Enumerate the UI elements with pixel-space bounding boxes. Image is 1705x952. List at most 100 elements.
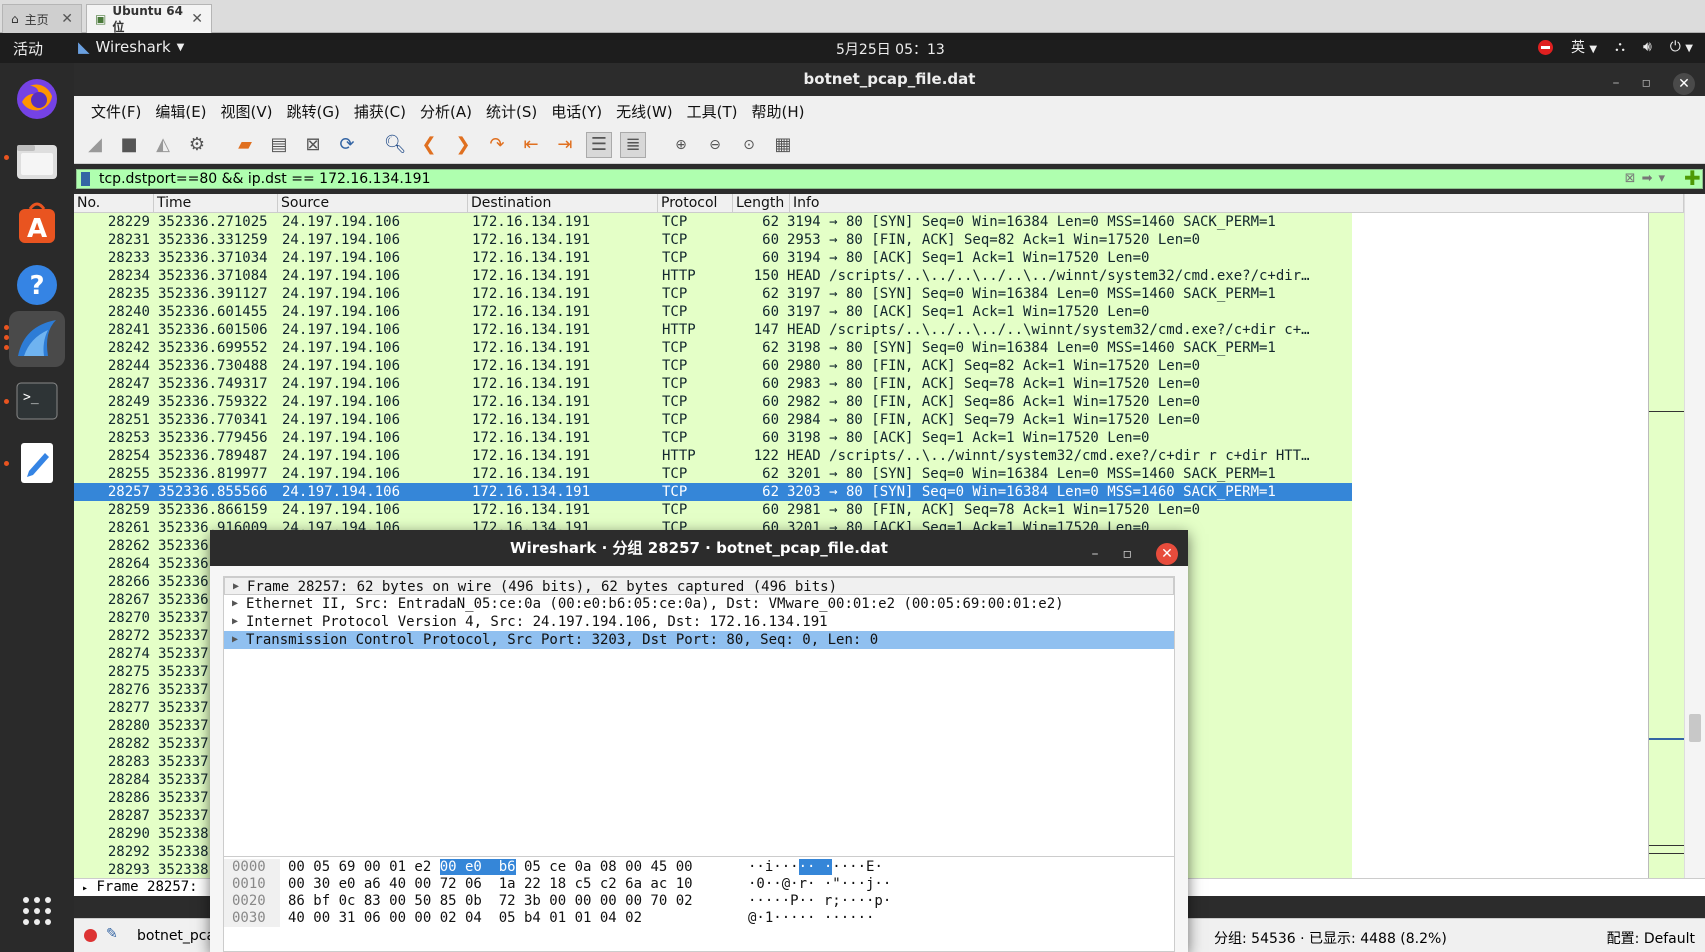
go-to-packet-icon[interactable]: ↷ [484,132,510,158]
scrollbar-thumb[interactable] [1689,714,1701,742]
autoscroll-icon[interactable]: ☰ [586,131,612,158]
wireshark-icon[interactable] [9,311,65,367]
clear-filter-icon[interactable]: ⊠ [1625,171,1636,186]
table-row[interactable]: 28244 352336.730488 24.197.194.106 172.16.1… [74,357,1352,375]
col-header-no[interactable]: No. [74,194,154,212]
last-packet-icon[interactable]: ⇥ [552,132,578,158]
table-row[interactable]: 28255 352336.819977 24.197.194.106 172.16.1… [74,465,1352,483]
maximize-button[interactable]: ▫ [1123,536,1133,572]
apply-filter-arrow-icon[interactable]: ➡ [1642,171,1653,186]
table-row[interactable]: 28254 352336.789487 24.197.194.106 172.16.1… [74,447,1352,465]
hex-dump-pane[interactable]: 0000 00 05 69 00 01 e2 00 e0 b6 05 ce 0a … [223,856,1175,952]
vm-tab-ubuntu[interactable]: ▣ Ubuntu 64 位 ✕ [86,4,212,34]
menu-item-5[interactable]: 分析(A) [413,101,479,122]
profile-indicator[interactable]: 配置: Default [1607,928,1695,948]
table-row[interactable]: 28253 352336.779456 24.197.194.106 172.16.1… [74,429,1352,447]
normal-size-icon[interactable]: ⊙ [736,132,762,158]
cell-dst: 172.16.134.191 [472,394,591,410]
menu-item-1[interactable]: 编辑(E) [148,101,213,122]
start-capture-fin-icon[interactable]: ◢ [82,132,108,158]
table-row[interactable]: 28242 352336.699552 24.197.194.106 172.16.1… [74,339,1352,357]
table-row[interactable]: 28249 352336.759322 24.197.194.106 172.16.1… [74,393,1352,411]
edit-comment-icon[interactable]: ✎ [106,926,118,942]
colorize-icon[interactable]: ≣ [620,131,646,158]
zoom-in-icon[interactable]: ⊕ [668,132,694,158]
menu-item-4[interactable]: 捕获(C) [347,101,413,122]
find-packet-search-icon[interactable]: 🔍︎ [382,132,408,158]
input-method-indicator[interactable]: 英 ▼ [1571,37,1597,57]
packet-list-scrollbar[interactable] [1684,194,1705,878]
close-button[interactable]: ✕ [1673,72,1695,95]
activities-button[interactable]: 活动 [13,38,43,59]
menu-item-3[interactable]: 跳转(G) [280,101,347,122]
close-icon[interactable]: ✕ [191,11,203,27]
restart-capture-icon[interactable]: ◭ [150,132,176,158]
col-header-source[interactable]: Source [278,194,468,212]
help-icon[interactable]: ? [9,257,65,313]
firefox-icon[interactable] [9,71,65,127]
tree-item-frame[interactable]: ▶ Frame 28257: 62 bytes on wire (496 bits… [224,577,1174,595]
text-editor-icon[interactable] [9,435,65,491]
stop-capture-icon[interactable]: ■ [116,132,142,158]
software-center-icon[interactable]: A [9,195,65,251]
capture-options-gear-icon[interactable]: ⚙ [184,132,210,158]
menu-item-2[interactable]: 视图(V) [214,101,280,122]
tree-item-ipv4[interactable]: ▶ Internet Protocol Version 4, Src: 24.19… [224,613,1174,631]
table-row[interactable]: 28257 352336.855566 24.197.194.106 172.16.1… [74,483,1352,501]
table-row[interactable]: 28231 352336.331259 24.197.194.106 172.16.1… [74,231,1352,249]
go-back-icon[interactable]: ❮ [416,132,442,158]
close-icon[interactable]: ✕ [61,11,73,27]
menu-item-9[interactable]: 工具(T) [680,101,745,122]
display-filter-input[interactable]: tcp.dstport==80 && ip.dst == 172.16.134.… [76,169,1703,189]
minimize-button[interactable]: – [1092,536,1099,572]
table-row[interactable]: 28241 352336.601506 24.197.194.106 172.16.1… [74,321,1352,339]
do-not-disturb-icon[interactable] [1537,39,1553,55]
open-folder-icon[interactable]: ▰ [232,132,258,158]
col-header-destination[interactable]: Destination [468,194,658,212]
close-file-icon[interactable]: ⊠ [300,132,326,158]
expand-arrow-icon[interactable]: ▸ [82,883,88,894]
menu-item-0[interactable]: 文件(F) [84,101,148,122]
first-packet-icon[interactable]: ⇤ [518,132,544,158]
packet-minimap[interactable] [1648,213,1685,878]
tree-item-ethernet[interactable]: ▶ Ethernet II, Src: EntradaN_05:ce:0a (00… [224,595,1174,613]
table-row[interactable]: 28233 352336.371034 24.197.194.106 172.16.1… [74,249,1352,267]
table-row[interactable]: 28247 352336.749317 24.197.194.106 172.16.1… [74,375,1352,393]
add-filter-button-plus-icon[interactable]: ✚ [1684,166,1701,190]
clock[interactable]: 5月25日 05：13 [836,39,945,59]
volume-icon[interactable]: 🔊︎ [1643,39,1652,55]
tree-item-tcp[interactable]: ▶ Transmission Control Protocol, Src Port… [224,631,1174,649]
terminal-icon[interactable]: >_ [9,373,65,429]
save-file-icon[interactable]: ▤ [266,132,292,158]
col-header-protocol[interactable]: Protocol [658,194,733,212]
col-header-info[interactable]: Info [790,194,1684,212]
col-header-length[interactable]: Length [733,194,790,212]
app-menu[interactable]: ◣ Wireshark ▼ [78,38,184,56]
expert-info-icon[interactable] [84,929,97,942]
col-header-time[interactable]: Time [154,194,278,212]
zoom-out-icon[interactable]: ⊖ [702,132,728,158]
table-row[interactable]: 28240 352336.601455 24.197.194.106 172.16.1… [74,303,1352,321]
cell-proto: HTTP [662,268,696,284]
table-row[interactable]: 28251 352336.770341 24.197.194.106 172.16.1… [74,411,1352,429]
resize-columns-icon[interactable]: ▦ [770,132,796,158]
bookmark-icon[interactable] [81,172,90,186]
menu-item-6[interactable]: 统计(S) [479,101,544,122]
filter-history-chevron-down-icon[interactable]: ▾ [1658,171,1665,186]
table-row[interactable]: 28235 352336.391127 24.197.194.106 172.16.1… [74,285,1352,303]
table-row[interactable]: 28229 352336.271025 24.197.194.106 172.16.1… [74,213,1352,231]
reload-icon[interactable]: ⟳ [334,132,360,158]
files-icon[interactable] [9,133,65,189]
table-row[interactable]: 28234 352336.371084 24.197.194.106 172.16.1… [74,267,1352,285]
menu-item-10[interactable]: 帮助(H) [745,101,812,122]
network-icon[interactable]: ⛬ [1615,39,1625,55]
app-grid-icon[interactable] [9,883,65,939]
go-forward-icon[interactable]: ❯ [450,132,476,158]
menu-item-8[interactable]: 无线(W) [609,101,680,122]
vm-tab-home[interactable]: ⌂ 主页 ✕ [2,4,82,33]
menu-item-7[interactable]: 电话(Y) [544,101,609,122]
close-button[interactable]: ✕ [1156,543,1178,565]
table-row[interactable]: 28259 352336.866159 24.197.194.106 172.16.1… [74,501,1352,519]
cell-info: 3194 → 80 [SYN] Seq=0 Win=16384 Len=0 MS… [787,214,1276,230]
power-icon[interactable]: ⏻ ▼ [1670,39,1693,55]
